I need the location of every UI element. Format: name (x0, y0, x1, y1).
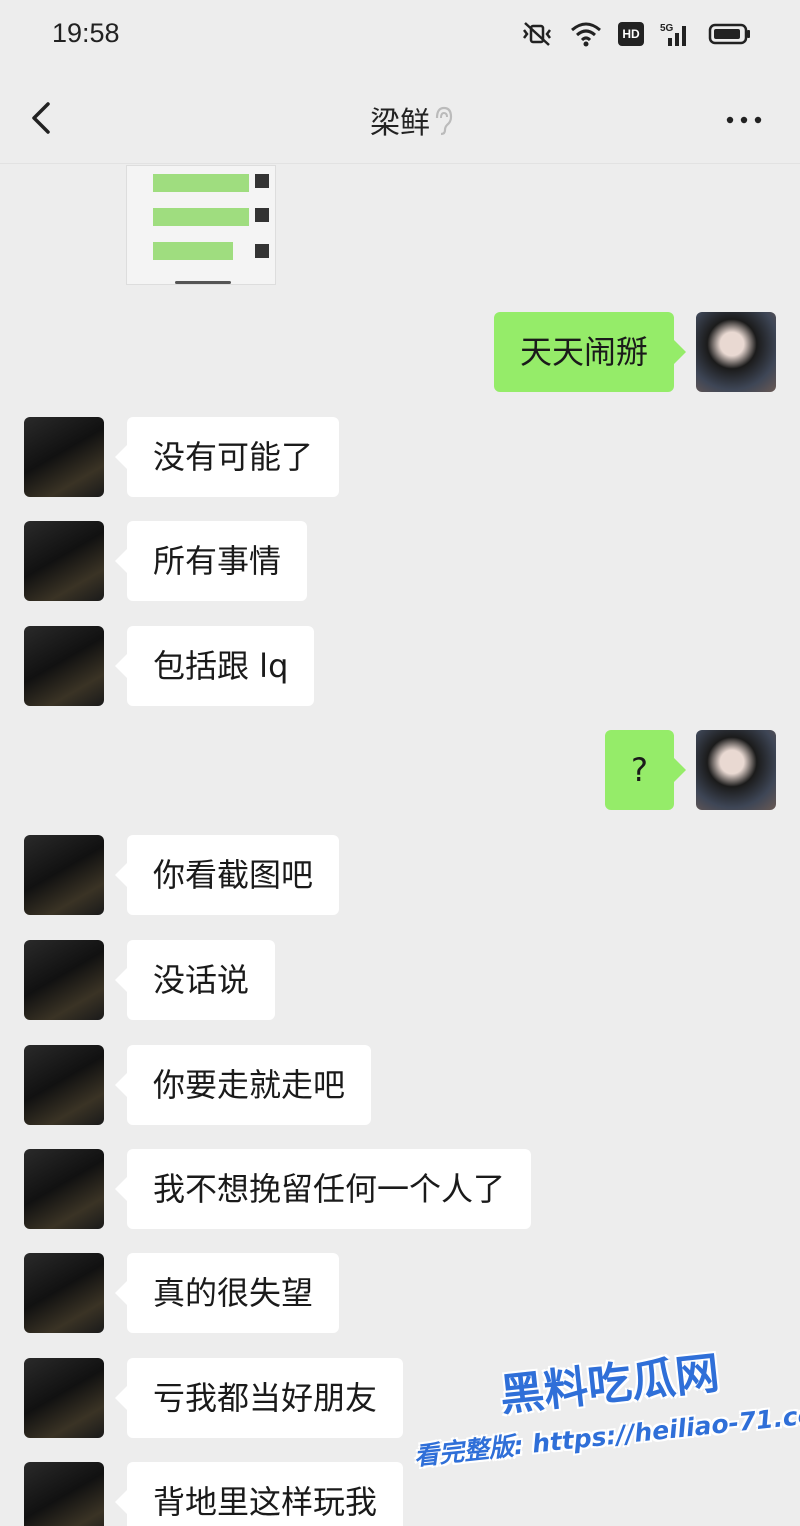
message-row: 包括跟 lq (0, 626, 800, 706)
contact-avatar[interactable] (24, 417, 104, 497)
message-bubble-received[interactable]: 背地里这样玩我 (114, 1462, 404, 1526)
message-bubble-received[interactable]: 你看截图吧 (114, 835, 340, 915)
message-row: 你要走就走吧 (0, 1045, 800, 1125)
message-row: 所有事情 (0, 521, 800, 601)
contact-avatar[interactable] (24, 626, 104, 706)
message-row: 天天闹掰 (0, 312, 800, 392)
contact-avatar[interactable] (24, 1253, 104, 1333)
my-avatar[interactable] (696, 730, 776, 810)
contact-avatar[interactable] (24, 835, 104, 915)
wifi-icon (571, 22, 601, 47)
message-bubble-received[interactable]: 所有事情 (114, 521, 308, 601)
my-avatar[interactable] (696, 312, 776, 392)
more-options-button[interactable] (724, 112, 764, 128)
message-bubble-sent[interactable]: ? (605, 730, 686, 810)
message-bubble-sent[interactable]: 天天闹掰 (493, 312, 687, 392)
contact-avatar[interactable] (24, 940, 104, 1020)
contact-avatar[interactable] (24, 1045, 104, 1125)
status-icons: HD 5G (520, 20, 752, 48)
message-row: 我不想挽留任何一个人了 (0, 1149, 800, 1229)
status-bar: 19:58 HD 5G (0, 0, 800, 72)
chat-title[interactable]: 梁鲜 (370, 106, 430, 141)
ear-icon (435, 106, 453, 136)
vibrate-mute-icon (523, 22, 551, 46)
message-bubble-received[interactable]: 没话说 (114, 940, 276, 1020)
message-bubble-received[interactable]: 没有可能了 (114, 417, 340, 497)
message-bubble-received[interactable]: 你要走就走吧 (114, 1045, 372, 1125)
message-bubble-received[interactable]: 真的很失望 (114, 1253, 340, 1333)
message-row: 没话说 (0, 940, 800, 1020)
screenshot-image-message[interactable] (126, 165, 276, 285)
message-row: 没有可能了 (0, 417, 800, 497)
signal-5g-icon: 5G (660, 23, 686, 46)
message-row: ? (0, 730, 800, 810)
contact-avatar[interactable] (24, 521, 104, 601)
message-bubble-received[interactable]: 亏我都当好朋友 (114, 1358, 404, 1438)
svg-text:5G: 5G (660, 23, 674, 34)
battery-icon (708, 23, 750, 45)
contact-avatar[interactable] (24, 1149, 104, 1229)
message-bubble-received[interactable]: 包括跟 lq (114, 626, 315, 706)
hd-badge: HD (618, 22, 644, 46)
message-row: 你看截图吧 (0, 835, 800, 915)
chat-header: 梁鲜 (0, 72, 800, 164)
contact-avatar[interactable] (24, 1358, 104, 1438)
status-time: 19:58 (52, 18, 120, 48)
message-bubble-received[interactable]: 我不想挽留任何一个人了 (114, 1149, 532, 1229)
contact-avatar[interactable] (24, 1462, 104, 1526)
message-row: 真的很失望 (0, 1253, 800, 1333)
